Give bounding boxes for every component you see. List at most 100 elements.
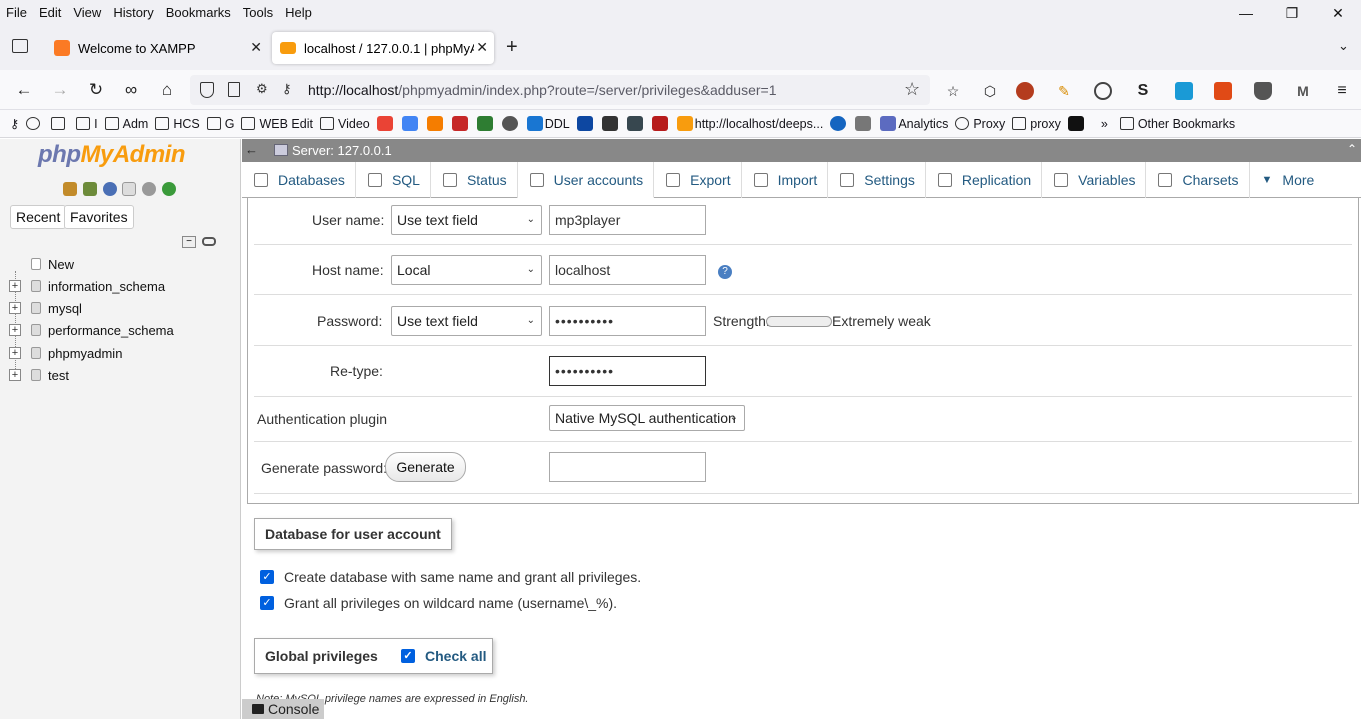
tree-item-mysql[interactable]: mysql [48, 301, 82, 316]
check-all-checkbox[interactable]: ✓ [401, 649, 415, 663]
bookmark-mail-icon[interactable] [476, 116, 495, 131]
retype-input[interactable]: •••••••••• [549, 356, 706, 386]
bookmark-clock-icon[interactable] [26, 117, 44, 130]
menu-view[interactable]: View [67, 5, 107, 20]
server-link[interactable]: Server: 127.0.0.1 [292, 143, 392, 158]
expand-icon[interactable]: + [9, 369, 21, 381]
private-mask-icon[interactable]: ∞ [121, 80, 141, 100]
list-all-tabs-icon[interactable]: ⌄ [1338, 38, 1349, 54]
logout-icon[interactable] [83, 182, 97, 196]
create-db-label[interactable]: Create database with same name and grant… [284, 569, 641, 585]
expand-icon[interactable]: + [9, 280, 21, 292]
scroll-top-icon[interactable]: ⌃ [1347, 142, 1357, 156]
extension-lock-icon[interactable] [1214, 82, 1232, 100]
close-tab-icon[interactable]: ✕ [476, 39, 488, 56]
extension-circle-icon[interactable] [1094, 82, 1112, 100]
tab-replication[interactable]: Replication [926, 162, 1043, 198]
docs-icon[interactable] [122, 182, 136, 196]
extension-shield-icon[interactable] [1254, 82, 1272, 100]
extension-badge-icon[interactable] [1175, 82, 1193, 100]
bookmark-proxy[interactable]: Proxy [955, 117, 1005, 131]
tree-item-information-schema[interactable]: information_schema [48, 279, 165, 294]
bookmark-folder-g[interactable]: G [206, 117, 234, 131]
tab-export[interactable]: Export [654, 162, 742, 198]
pma-logo[interactable]: phpMyAdmin [38, 141, 185, 169]
tab-more[interactable]: ▼ More [1250, 162, 1325, 198]
bookmark-monitor-icon[interactable] [576, 116, 595, 131]
tree-item-test[interactable]: test [48, 368, 69, 383]
back-icon[interactable]: ← [14, 80, 34, 100]
tab-databases[interactable]: Databases [242, 162, 356, 198]
recent-button[interactable]: Recent [10, 205, 67, 229]
forward-icon[interactable]: → [50, 80, 70, 100]
bookmark-dark-icon[interactable] [501, 116, 520, 131]
tab-phpmyadmin[interactable]: localhost / 127.0.0.1 | phpMyAd ✕ [272, 32, 494, 64]
collapse-nav-icon[interactable]: ← [245, 142, 258, 157]
generated-password-input[interactable] [549, 452, 706, 482]
menu-edit[interactable]: Edit [33, 5, 67, 20]
close-tab-icon[interactable]: ✕ [250, 39, 262, 56]
home-icon[interactable] [63, 182, 77, 196]
bookmark-folder-adm[interactable]: Adm [104, 117, 148, 131]
password-type-select[interactable]: Use text field ⌄ [391, 306, 542, 336]
tree-item-phpmyadmin[interactable]: phpmyadmin [48, 346, 122, 361]
more-bookmarks-icon[interactable]: » [1101, 117, 1108, 131]
tab-list-icon[interactable] [12, 39, 28, 53]
bookmark-camera-icon[interactable] [51, 117, 69, 130]
bookmark-gmail-icon[interactable] [376, 116, 395, 131]
extension-s-icon[interactable]: S [1134, 82, 1152, 100]
bookmark-cart-icon[interactable] [855, 116, 873, 131]
username-type-select[interactable]: Use text field ⌄ [391, 205, 542, 235]
home-icon[interactable]: ⌂ [157, 80, 177, 100]
bookmark-ddl[interactable]: DDL [526, 116, 570, 131]
tab-settings[interactable]: Settings [828, 162, 926, 198]
bookmark-black-icon[interactable] [1067, 116, 1086, 131]
bookmark-folder-proxy[interactable]: proxy [1012, 117, 1061, 131]
bookmark-calendar-icon[interactable] [601, 116, 620, 131]
link-icon[interactable] [202, 237, 216, 246]
shield-icon[interactable] [200, 82, 214, 98]
tab-welcome-xampp[interactable]: Welcome to XAMPP ✕ [46, 32, 268, 64]
hostname-input[interactable]: localhost [549, 255, 706, 285]
menu-file[interactable]: File [0, 5, 33, 20]
generate-button[interactable]: Generate [385, 452, 466, 482]
bookmark-folder-i[interactable]: I [76, 117, 98, 131]
tab-sql[interactable]: SQL [356, 162, 431, 198]
favorites-button[interactable]: Favorites [64, 205, 134, 229]
settings-gear-icon[interactable] [142, 182, 156, 196]
bookmark-localhost[interactable]: http://localhost/deeps... [676, 116, 823, 131]
extensions-icon[interactable]: ⬡ [981, 82, 999, 100]
hamburger-menu-icon[interactable]: ≡ [1333, 82, 1351, 100]
wildcard-privileges-checkbox[interactable]: ✓ [260, 596, 274, 610]
bookmark-key-icon[interactable]: ⚷ [10, 116, 19, 131]
extension-red-icon[interactable] [1016, 82, 1034, 100]
menu-help[interactable]: Help [279, 5, 318, 20]
create-db-checkbox[interactable]: ✓ [260, 570, 274, 584]
expand-icon[interactable]: + [9, 302, 21, 314]
username-input[interactable]: mp3player [549, 205, 706, 235]
tree-item-new[interactable]: New [48, 257, 74, 272]
check-all-label[interactable]: Check all [425, 639, 486, 673]
page-icon[interactable] [228, 82, 240, 97]
bookmark-stack-icon[interactable] [626, 116, 645, 131]
hostname-type-select[interactable]: Local ⌄ [391, 255, 542, 285]
extension-pen-icon[interactable]: ✎ [1055, 82, 1073, 100]
url-bar[interactable]: ⚙ ⚷ http://localhost/phpmyadmin/index.ph… [190, 75, 930, 105]
bookmark-folder-hcs[interactable]: HCS [155, 117, 200, 131]
bookmark-blogger-icon[interactable] [426, 116, 445, 131]
reload-nav-icon[interactable] [162, 182, 176, 196]
menu-tools[interactable]: Tools [237, 5, 279, 20]
bookmark-analytics[interactable]: Analytics [880, 116, 948, 131]
tree-item-performance-schema[interactable]: performance_schema [48, 323, 174, 338]
help-icon[interactable]: ? [718, 265, 732, 279]
permissions-icon[interactable]: ⚙ [256, 81, 268, 97]
restore-button[interactable]: ❐ [1269, 0, 1315, 24]
menu-history[interactable]: History [107, 5, 159, 20]
new-tab-icon[interactable]: + [506, 36, 518, 59]
pocket-icon[interactable]: ☆ [944, 82, 962, 100]
password-input[interactable]: •••••••••• [549, 306, 706, 336]
tab-charsets[interactable]: Charsets [1146, 162, 1250, 198]
tab-user-accounts[interactable]: User accounts [517, 162, 655, 198]
bookmark-news-icon[interactable] [451, 116, 470, 131]
reload-icon[interactable]: ↻ [86, 80, 106, 100]
